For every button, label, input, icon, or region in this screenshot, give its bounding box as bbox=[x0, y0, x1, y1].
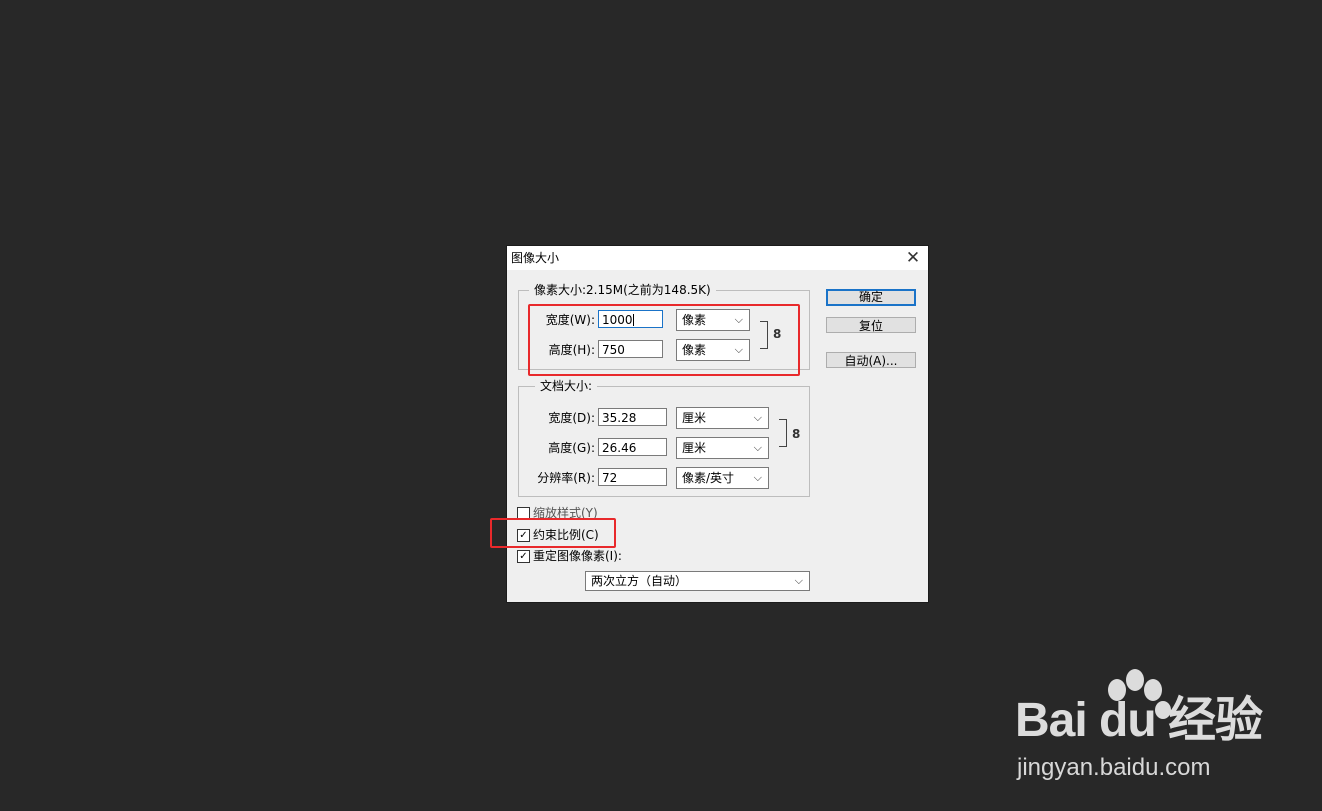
doc-width-label: 宽度(D): bbox=[548, 411, 595, 425]
doc-link-bracket bbox=[779, 419, 787, 447]
doc-height-unit-select[interactable]: 厘米 ⌵ bbox=[676, 437, 769, 459]
watermark-url: jingyan.baidu.com bbox=[1017, 754, 1211, 781]
dialog-titlebar[interactable]: 图像大小 ✕ bbox=[507, 246, 928, 270]
ok-button[interactable]: 确定 bbox=[826, 289, 916, 306]
resolution-label: 分辨率(R): bbox=[537, 471, 595, 485]
chevron-down-icon: ⌵ bbox=[753, 411, 762, 424]
doc-height-input[interactable]: 26.46 bbox=[598, 438, 667, 456]
doc-width-unit-select[interactable]: 厘米 ⌵ bbox=[676, 407, 769, 429]
chevron-down-icon: ⌵ bbox=[794, 574, 803, 587]
reset-button[interactable]: 复位 bbox=[826, 317, 916, 333]
auto-button[interactable]: 自动(A)... bbox=[826, 352, 916, 368]
doc-width-input[interactable]: 35.28 bbox=[598, 408, 667, 426]
pixel-dimensions-highlight bbox=[528, 304, 800, 376]
resample-image-checkbox[interactable]: ✓ bbox=[517, 550, 530, 563]
chevron-down-icon: ⌵ bbox=[753, 441, 762, 454]
resample-method-select[interactable]: 两次立方（自动） ⌵ bbox=[585, 571, 810, 591]
pixel-dimensions-legend: 像素大小:2.15M(之前为148.5K) bbox=[529, 282, 716, 298]
doc-height-label: 高度(G): bbox=[548, 441, 595, 455]
watermark-logo-text: Bai du 经验 bbox=[1015, 694, 1263, 747]
chain-link-icon: 8 bbox=[792, 427, 801, 441]
constrain-proportions-highlight bbox=[490, 518, 616, 548]
resolution-unit-select[interactable]: 像素/英寸 ⌵ bbox=[676, 467, 769, 489]
close-icon[interactable]: ✕ bbox=[898, 246, 928, 270]
resample-image-label: 重定图像像素(I): bbox=[533, 549, 622, 563]
chevron-down-icon: ⌵ bbox=[753, 471, 762, 484]
image-size-dialog: 图像大小 ✕ 像素大小:2.15M(之前为148.5K) 宽度(W): 1000… bbox=[507, 246, 928, 602]
resolution-input[interactable]: 72 bbox=[598, 468, 667, 486]
baidu-jingyan-watermark: Bai du 经验 jingyan.baidu.com bbox=[1015, 668, 1263, 788]
dialog-title: 图像大小 bbox=[511, 251, 560, 265]
document-size-legend: 文档大小: bbox=[535, 378, 598, 394]
